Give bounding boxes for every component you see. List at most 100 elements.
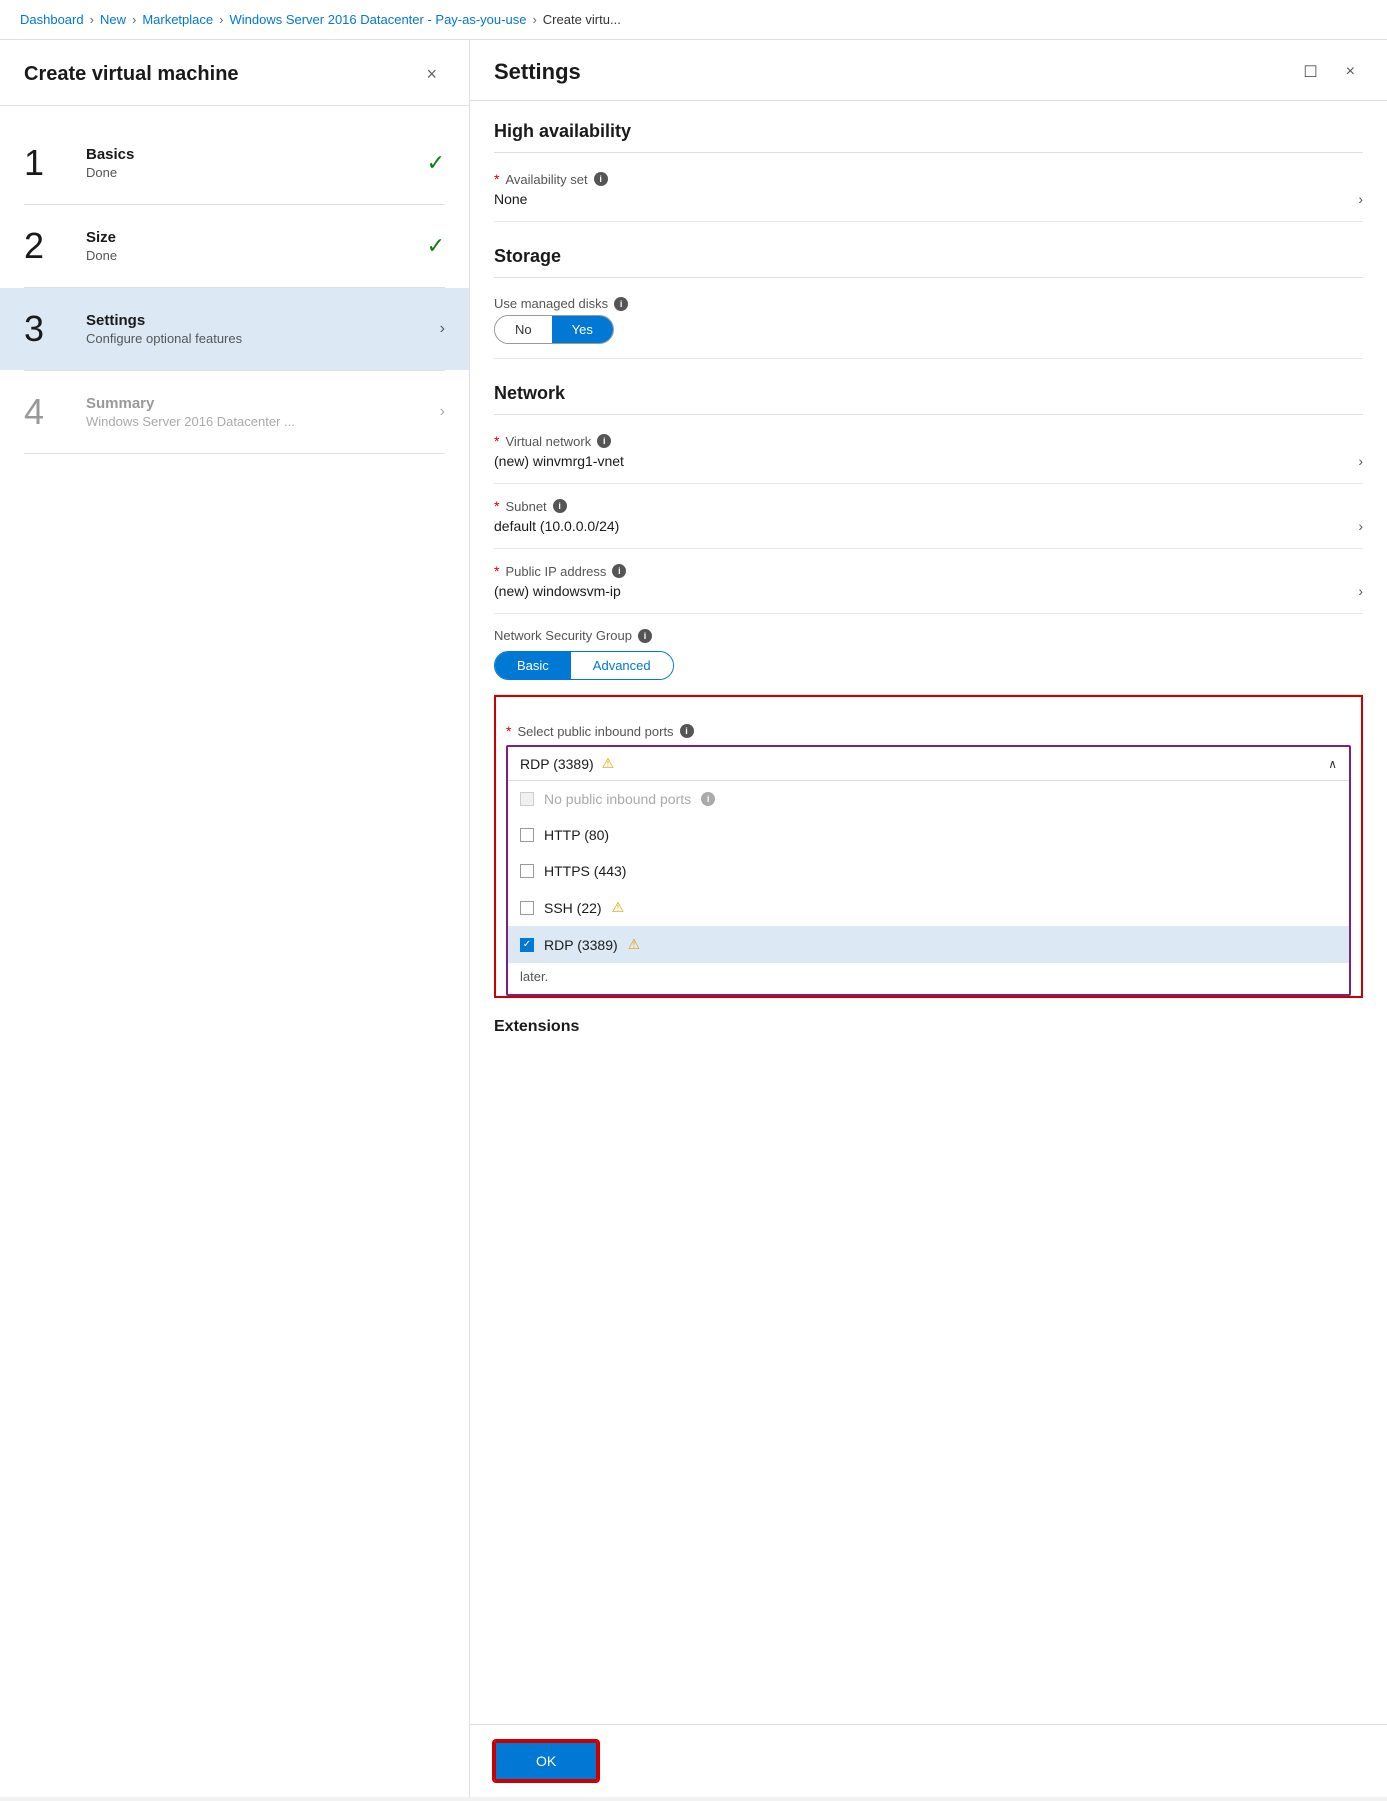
step-divider-4 xyxy=(24,453,445,454)
ssh-warning-icon: ⚠ xyxy=(612,899,625,916)
virtual-network-value-text: (new) winvmrg1-vnet xyxy=(494,453,624,469)
nsg-advanced-tab[interactable]: Advanced xyxy=(571,652,673,679)
dropdown-item-http[interactable]: HTTP (80) xyxy=(508,817,1349,853)
storage-title: Storage xyxy=(494,226,1363,278)
virtual-network-field[interactable]: * Virtual network i (new) winvmrg1-vnet … xyxy=(494,419,1363,484)
public-ip-label: * Public IP address i xyxy=(494,563,1363,579)
step-1-content: Basics Done xyxy=(74,146,419,180)
subnet-field[interactable]: * Subnet i default (10.0.0.0/24) › xyxy=(494,484,1363,549)
step-2-subtitle: Done xyxy=(86,248,419,263)
step-2-content: Size Done xyxy=(74,229,419,263)
dropdown-item-ssh[interactable]: SSH (22) ⚠ xyxy=(508,889,1349,926)
checkbox-rdp[interactable]: ✓ xyxy=(520,938,534,952)
left-panel-header: Create virtual machine × xyxy=(0,40,469,106)
availability-set-value[interactable]: None › xyxy=(494,191,1363,207)
breadcrumb-dashboard[interactable]: Dashboard xyxy=(20,12,84,27)
breadcrumb-marketplace[interactable]: Marketplace xyxy=(142,12,213,27)
select-inbound-label-text: Select public inbound ports xyxy=(517,724,673,739)
step-1[interactable]: 1 Basics Done ✓ xyxy=(0,122,469,204)
close-button[interactable]: × xyxy=(418,60,445,89)
managed-disks-info-icon[interactable]: i xyxy=(614,297,628,311)
steps-container: 1 Basics Done ✓ 2 Size Done ✓ 3 xyxy=(0,106,469,1797)
managed-disks-yes-option[interactable]: Yes xyxy=(552,316,613,343)
dropdown-chevron-icon: ∧ xyxy=(1328,757,1337,771)
subnet-chevron-icon: › xyxy=(1358,518,1363,534)
subnet-label: * Subnet i xyxy=(494,498,1363,514)
breadcrumb-sep-1: › xyxy=(90,12,94,27)
page-title: Create virtual machine xyxy=(24,63,239,86)
dropdown-item-no-inbound-label: No public inbound ports xyxy=(544,791,691,807)
step-3[interactable]: 3 Settings Configure optional features › xyxy=(0,288,469,370)
breadcrumb: Dashboard › New › Marketplace › Windows … xyxy=(0,0,1387,40)
network-section: Network * Virtual network i (new) winvmr… xyxy=(494,363,1363,998)
nsg-info-icon[interactable]: i xyxy=(638,629,652,643)
step-3-number: 3 xyxy=(24,308,74,350)
public-ip-field[interactable]: * Public IP address i (new) windowsvm-ip… xyxy=(494,549,1363,614)
dropdown-item-rdp-label: RDP (3389) xyxy=(544,937,618,953)
step-2[interactable]: 2 Size Done ✓ xyxy=(0,205,469,287)
high-availability-section: High availability * Availability set i N… xyxy=(494,101,1363,222)
inbound-ports-dropdown[interactable]: RDP (3389) ⚠ ∧ No public inbound ports i xyxy=(506,745,1351,996)
high-availability-title: High availability xyxy=(494,101,1363,153)
availability-set-info-icon[interactable]: i xyxy=(594,172,608,186)
breadcrumb-current: Create virtu... xyxy=(543,12,621,27)
managed-disks-no-option[interactable]: No xyxy=(495,316,552,343)
breadcrumb-sep-3: › xyxy=(219,12,223,27)
dropdown-item-no-inbound[interactable]: No public inbound ports i xyxy=(508,781,1349,817)
dropdown-item-rdp[interactable]: ✓ RDP (3389) ⚠ xyxy=(508,926,1349,963)
step-4[interactable]: 4 Summary Windows Server 2016 Datacenter… xyxy=(0,371,469,453)
checkbox-https[interactable] xyxy=(520,864,534,878)
nsg-basic-tab[interactable]: Basic xyxy=(495,652,571,679)
public-ip-value[interactable]: (new) windowsvm-ip › xyxy=(494,583,1363,599)
pip-required-star: * xyxy=(494,563,499,579)
ok-button[interactable]: OK xyxy=(494,1741,598,1781)
checkbox-http[interactable] xyxy=(520,828,534,842)
step-1-check-icon: ✓ xyxy=(427,150,445,176)
nsg-label: Network Security Group i xyxy=(494,628,1363,643)
nsg-toggle[interactable]: Basic Advanced xyxy=(494,651,674,680)
managed-disks-toggle[interactable]: No Yes xyxy=(494,315,614,344)
dropdown-header-text: RDP (3389) ⚠ xyxy=(520,755,614,772)
public-ip-value-text: (new) windowsvm-ip xyxy=(494,583,621,599)
checkbox-no-inbound xyxy=(520,792,534,806)
subnet-required-star: * xyxy=(494,498,499,514)
breadcrumb-product[interactable]: Windows Server 2016 Datacenter - Pay-as-… xyxy=(229,12,526,27)
managed-disks-label: Use managed disks i xyxy=(494,296,1363,311)
public-ip-label-text: Public IP address xyxy=(505,564,606,579)
nsg-field: Network Security Group i Basic Advanced xyxy=(494,614,1363,695)
select-inbound-info-icon[interactable]: i xyxy=(680,724,694,738)
step-2-title: Size xyxy=(86,229,419,246)
step-4-subtitle: Windows Server 2016 Datacenter ... xyxy=(86,414,432,429)
virtual-network-value[interactable]: (new) winvmrg1-vnet › xyxy=(494,453,1363,469)
maximize-button[interactable]: ☐ xyxy=(1295,58,1325,86)
header-actions: ☐ × xyxy=(1295,58,1363,86)
checkbox-ssh[interactable] xyxy=(520,901,534,915)
close-settings-button[interactable]: × xyxy=(1338,59,1363,85)
vnet-info-icon[interactable]: i xyxy=(597,434,611,448)
inbound-required-star: * xyxy=(506,723,511,739)
select-inbound-label: * Select public inbound ports i xyxy=(506,723,1351,739)
step-1-number: 1 xyxy=(24,142,74,184)
step-1-title: Basics xyxy=(86,146,419,163)
dropdown-item-https[interactable]: HTTPS (443) xyxy=(508,853,1349,889)
network-title: Network xyxy=(494,363,1363,415)
pip-info-icon[interactable]: i xyxy=(612,564,626,578)
breadcrumb-new[interactable]: New xyxy=(100,12,126,27)
subnet-value[interactable]: default (10.0.0.0/24) › xyxy=(494,518,1363,534)
dropdown-header[interactable]: RDP (3389) ⚠ ∧ xyxy=(508,747,1349,780)
settings-title: Settings xyxy=(494,59,581,85)
breadcrumb-sep-4: › xyxy=(532,12,536,27)
dropdown-list: No public inbound ports i HTTP (80) xyxy=(508,780,1349,994)
availability-set-field[interactable]: * Availability set i None › xyxy=(494,157,1363,222)
rdp-warning-icon: ⚠ xyxy=(628,936,641,953)
pip-chevron-icon: › xyxy=(1358,583,1363,599)
step-3-chevron-icon: › xyxy=(440,320,445,338)
no-inbound-info-icon[interactable]: i xyxy=(701,792,715,806)
step-1-subtitle: Done xyxy=(86,165,419,180)
step-2-check-icon: ✓ xyxy=(427,233,445,259)
subnet-info-icon[interactable]: i xyxy=(553,499,567,513)
subnet-value-text: default (10.0.0.0/24) xyxy=(494,518,619,534)
required-star: * xyxy=(494,171,499,187)
extensions-label: Extensions xyxy=(494,1002,1363,1044)
nsg-label-text: Network Security Group xyxy=(494,628,632,643)
